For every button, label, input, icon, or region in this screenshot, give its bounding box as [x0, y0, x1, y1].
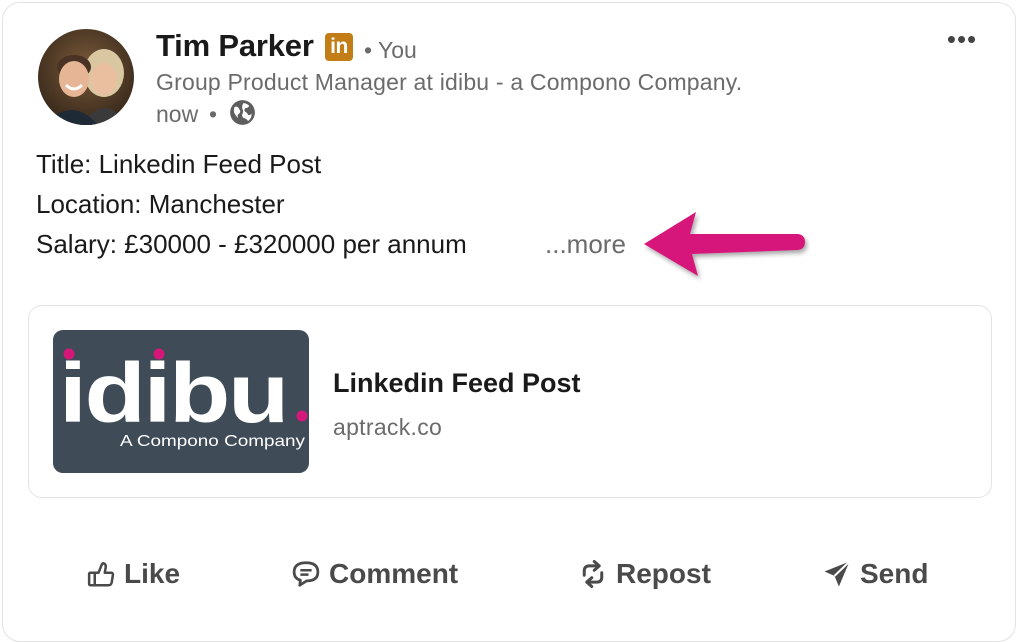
- thumbs-up-icon: [87, 562, 115, 587]
- post-text-line-title: Title: Linkedin Feed Post: [36, 149, 322, 179]
- link-preview-domain: aptrack.co: [333, 414, 443, 440]
- author-avatar[interactable]: [38, 29, 134, 125]
- thumbnail-tagline: A Compono Company: [120, 433, 305, 450]
- repost-label: Repost: [616, 558, 711, 589]
- repost-icon: [582, 560, 604, 588]
- globe-icon: [230, 100, 255, 125]
- post-text-line-salary: Salary: £30000 - £320000 per annum: [36, 229, 467, 259]
- send-button[interactable]: Send: [822, 554, 928, 594]
- comment-icon: [292, 561, 320, 587]
- send-icon: [824, 560, 851, 587]
- annotation-arrow-icon: [644, 212, 805, 276]
- post-options-menu-icon[interactable]: •••: [940, 24, 984, 60]
- link-preview-title[interactable]: Linkedin Feed Post: [333, 368, 581, 399]
- comment-label: Comment: [329, 558, 459, 589]
- link-preview-thumbnail[interactable]: idibu A Compono Company: [53, 330, 309, 473]
- author-name[interactable]: Tim Parker: [156, 28, 314, 64]
- like-label: Like: [124, 558, 181, 589]
- send-label: Send: [860, 558, 929, 589]
- post-timestamp: now: [156, 101, 199, 127]
- post-text-line-location: Location: Manchester: [36, 189, 285, 219]
- repost-button[interactable]: Repost: [578, 554, 711, 594]
- thumbnail-wordmark: idibu: [59, 346, 287, 440]
- like-button[interactable]: Like: [86, 554, 180, 594]
- timestamp-separator: •: [209, 101, 218, 127]
- author-headline: Group Product Manager at idibu - a Compo…: [156, 69, 743, 95]
- see-more-link[interactable]: ...more: [545, 229, 626, 260]
- comment-button[interactable]: Comment: [291, 554, 458, 594]
- premium-badge-icon: in: [325, 33, 353, 61]
- you-label: • You: [364, 37, 417, 63]
